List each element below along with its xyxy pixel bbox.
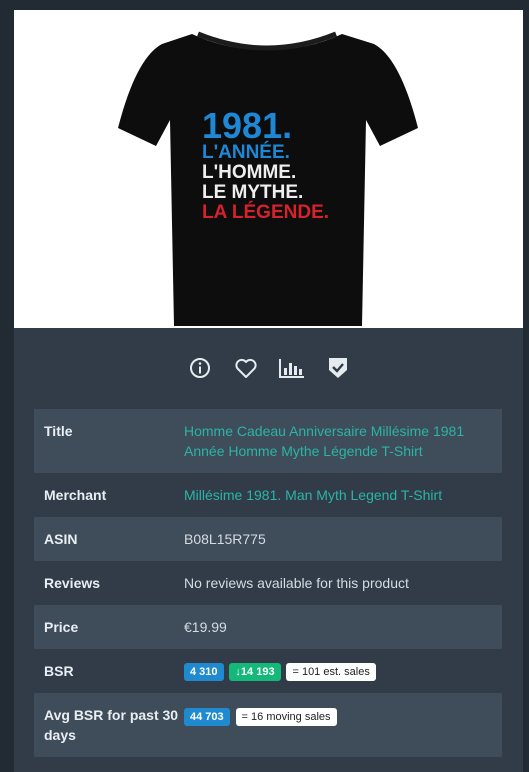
shirt-text-legende: LA LÉGENDE. <box>202 201 329 223</box>
shirt-text-annee: L'ANNÉE. <box>202 141 290 163</box>
detail-row-price: Price €19.99 <box>34 605 502 649</box>
detail-row-reviews: Reviews No reviews available for this pr… <box>34 561 502 605</box>
avg-bsr-label: Avg BSR for past 30 days <box>44 707 179 744</box>
reviews-label: Reviews <box>44 575 101 591</box>
detail-row-avg-bsr: Avg BSR for past 30 days 44 703 = 16 mov… <box>34 693 502 758</box>
detail-row-asin: ASIN B08L15R775 <box>34 517 502 561</box>
bsr-best-value: 14 193 <box>240 666 275 679</box>
price-value: €19.99 <box>184 619 227 635</box>
bsr-sales-badge: = 101 est. sales <box>286 663 376 682</box>
shirt-text-homme: L'HOMME. <box>202 162 296 183</box>
title-label: Title <box>44 423 73 439</box>
tshirt-illustration: 1981. L'ANNÉE. L'HOMME. LE MYTHE. LA LÉG… <box>118 31 418 326</box>
shirt-text-mythe: LE MYTHE. <box>202 182 303 203</box>
merchant-label: Merchant <box>44 487 107 503</box>
asin-value: B08L15R775 <box>184 531 266 547</box>
avg-bsr-badges: 44 703 = 16 moving sales <box>184 705 492 726</box>
bar-chart-icon[interactable] <box>278 354 306 382</box>
price-label: Price <box>44 619 79 635</box>
merchant-link[interactable]: Millésime 1981. Man Myth Legend T-Shirt <box>184 485 492 505</box>
title-link[interactable]: Homme Cadeau Anniversaire Millésime 1981… <box>184 421 492 461</box>
detail-row-title: Title Homme Cadeau Anniversaire Millésim… <box>34 409 502 473</box>
shield-check-icon[interactable] <box>324 354 352 382</box>
avg-bsr-badge: 44 703 <box>184 707 230 726</box>
product-card: 1981. L'ANNÉE. L'HOMME. LE MYTHE. LA LÉG… <box>14 10 523 772</box>
asin-label: ASIN <box>44 531 78 547</box>
action-bar <box>14 350 523 386</box>
bsr-badges: 4 310 ↓14 193 = 101 est. sales <box>184 661 492 682</box>
bsr-label: BSR <box>44 663 74 679</box>
product-image[interactable]: 1981. L'ANNÉE. L'HOMME. LE MYTHE. LA LÉG… <box>14 10 523 328</box>
detail-row-merchant: Merchant Millésime 1981. Man Myth Legend… <box>34 473 502 517</box>
info-icon[interactable] <box>186 354 214 382</box>
avg-sales-badge: = 16 moving sales <box>235 707 337 726</box>
shirt-text-year: 1981. <box>202 105 292 146</box>
bsr-current-badge: 4 310 <box>184 663 224 682</box>
heart-icon[interactable] <box>232 354 260 382</box>
reviews-value: No reviews available for this product <box>184 575 409 591</box>
product-details-table: Title Homme Cadeau Anniversaire Millésim… <box>34 409 502 758</box>
detail-row-bsr: BSR 4 310 ↓14 193 = 101 est. sales <box>34 649 502 693</box>
bsr-best-badge: ↓14 193 <box>229 663 281 682</box>
